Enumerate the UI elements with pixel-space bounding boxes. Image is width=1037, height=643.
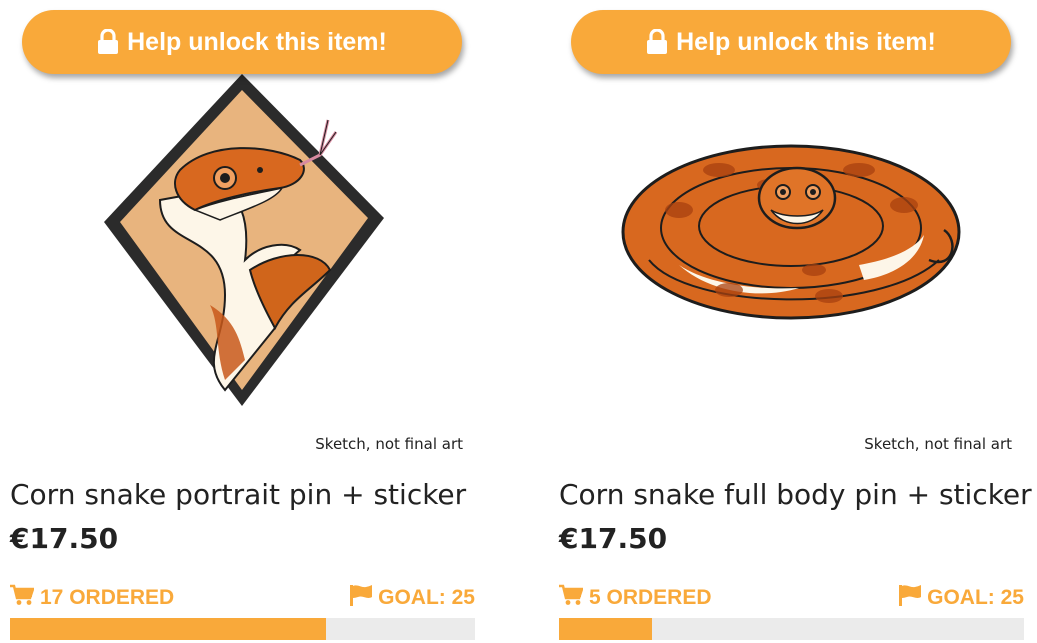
flag-icon [899,584,922,612]
goal-label: GOAL: 25 [927,586,1024,609]
help-unlock-button[interactable]: Help unlock this item! [22,10,462,74]
product-price: €17.50 [559,522,668,555]
product-card-full-body: Help unlock this item! Sketch, not final… [559,0,1032,643]
ordered-label: 5 ORDERED [589,586,712,609]
ordered-count: 17 ORDERED [10,584,174,612]
sketch-note: Sketch, not final art [864,435,1012,453]
cart-icon [10,584,35,612]
help-unlock-label: Help unlock this item! [676,27,936,56]
order-stats: 17 ORDERED GOAL: 25 [10,584,475,610]
progress-bar [10,618,475,640]
progress-fill [559,618,652,640]
product-title[interactable]: Corn snake full body pin + sticker [559,478,1032,511]
product-image-portrait[interactable] [10,60,475,460]
progress-bar [559,618,1024,640]
lock-icon [646,29,668,55]
product-title[interactable]: Corn snake portrait pin + sticker [10,478,466,511]
product-image-full-body[interactable] [559,60,1024,460]
product-price: €17.50 [10,522,119,555]
cart-icon [559,584,584,612]
goal-count: GOAL: 25 [899,584,1024,612]
help-unlock-label: Help unlock this item! [127,27,387,56]
flag-icon [350,584,373,612]
goal-count: GOAL: 25 [350,584,475,612]
order-stats: 5 ORDERED GOAL: 25 [559,584,1024,610]
ordered-count: 5 ORDERED [559,584,712,612]
ordered-label: 17 ORDERED [40,586,175,609]
product-card-portrait: Help unlock this item! Sketch, not final… [10,0,475,643]
progress-fill [10,618,327,640]
lock-icon [97,29,119,55]
goal-label: GOAL: 25 [378,586,475,609]
sketch-note: Sketch, not final art [315,435,463,453]
help-unlock-button[interactable]: Help unlock this item! [571,10,1011,74]
